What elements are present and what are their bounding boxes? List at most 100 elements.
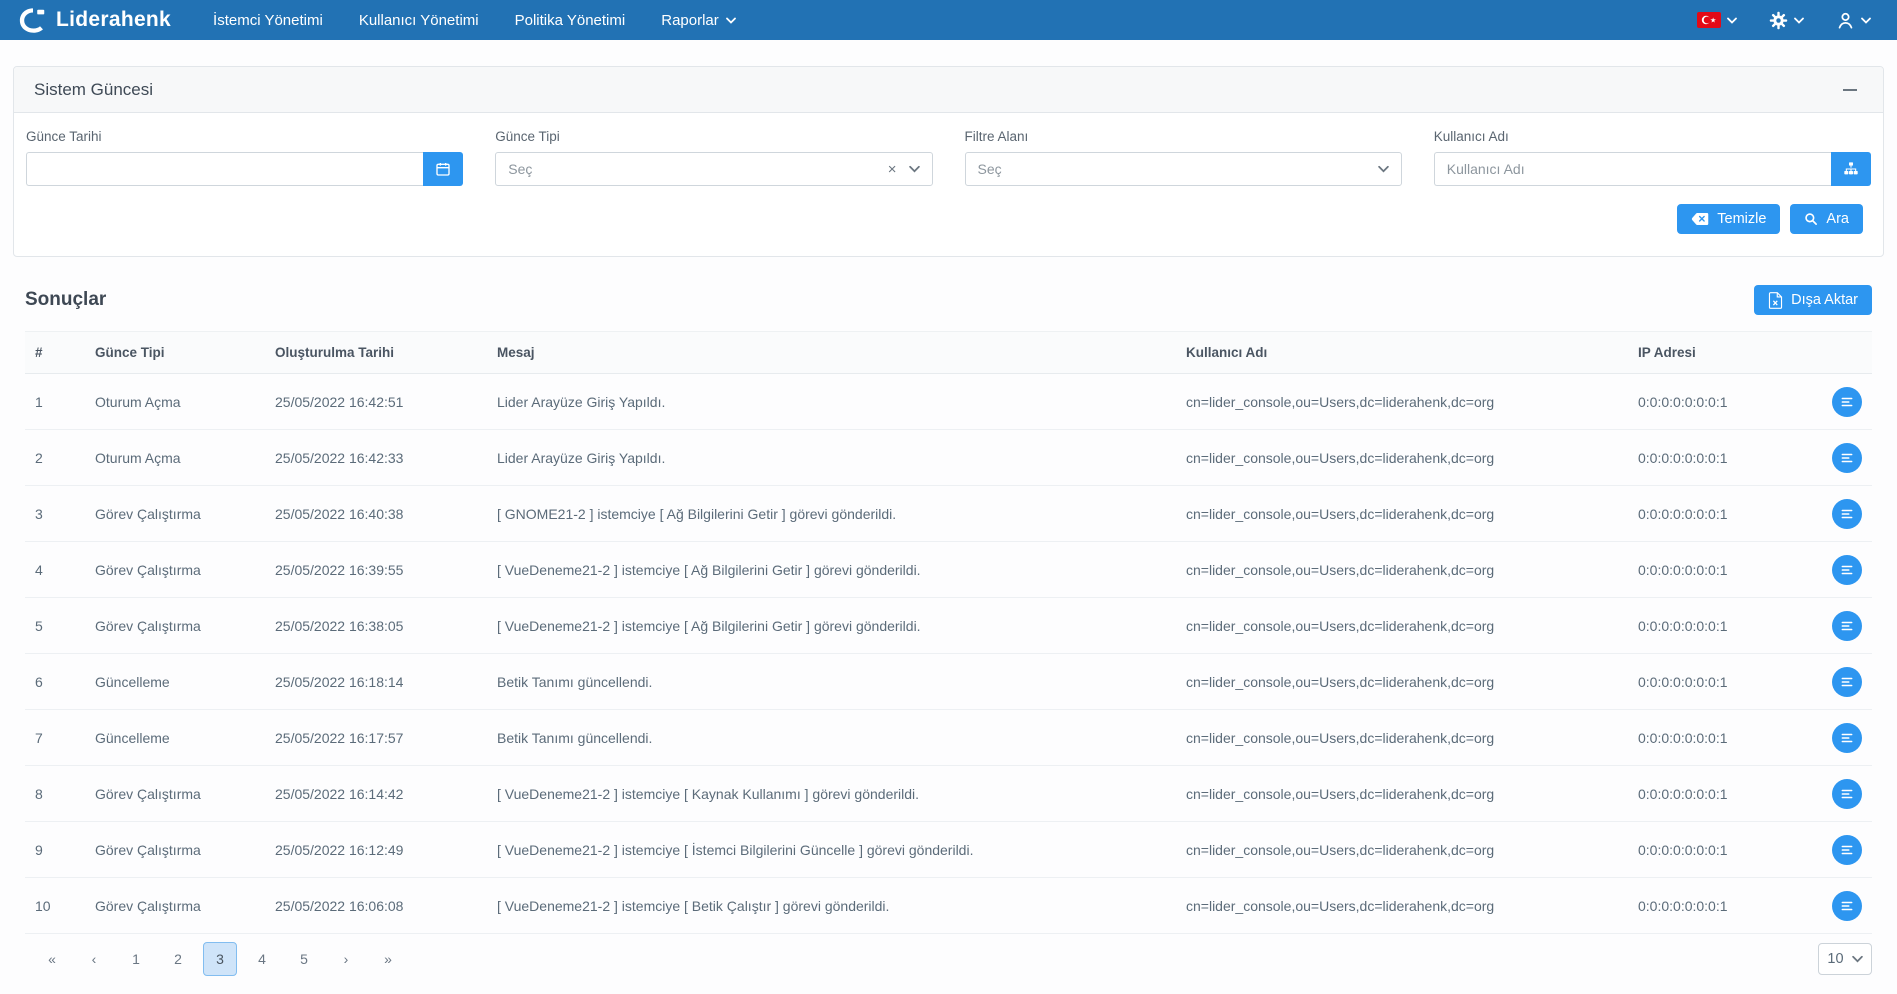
filter-field-select[interactable]: Seç: [964, 152, 1402, 186]
cell-gunce-tipi: Oturum Açma: [85, 429, 265, 486]
cell-row-index: 3: [25, 485, 85, 542]
cell-row-index: 4: [25, 541, 85, 598]
clear-button[interactable]: Temizle: [1677, 204, 1781, 234]
log-table-body: 1 Oturum Açma 25/05/2022 16:42:51 Lider Ara…: [25, 373, 1872, 934]
cell-gunce-tipi: Görev Çalıştırma: [85, 765, 265, 822]
user-menu-button[interactable]: [1836, 11, 1871, 30]
turkey-flag-icon: ★: [1697, 12, 1721, 28]
clear-selection-icon[interactable]: ×: [888, 162, 897, 177]
cell-olusturulma-tarihi: 25/05/2022 16:18:14: [265, 653, 487, 710]
pagination-button[interactable]: 4: [245, 942, 279, 976]
settings-menu-button[interactable]: [1769, 11, 1804, 30]
header-ip-adresi: IP Adresi: [1628, 331, 1808, 374]
row-actions-button[interactable]: [1832, 498, 1862, 529]
nav-item-politika-yonetimi[interactable]: Politika Yönetimi: [515, 12, 626, 29]
user-picker-button[interactable]: [1831, 152, 1871, 186]
backspace-icon: [1692, 213, 1709, 225]
export-button-label: Dışa Aktar: [1791, 292, 1858, 308]
row-actions-button[interactable]: [1832, 890, 1862, 921]
cell-kullanici-adi: cn=lider_console,ou=Users,dc=liderahenk,…: [1176, 597, 1628, 654]
pagination-button[interactable]: «: [35, 942, 69, 976]
page-size-select[interactable]: 10: [1818, 943, 1872, 975]
cell-mesaj: Betik Tanımı güncellendi.: [487, 709, 1176, 766]
row-actions-button[interactable]: [1832, 722, 1862, 753]
cell-row-index: 7: [25, 709, 85, 766]
cell-row-index: 6: [25, 653, 85, 710]
panel-body: Günce Tarihi Günce Tipi Seç × Filtre Ala…: [14, 113, 1883, 256]
brand[interactable]: Liderahenk: [18, 7, 171, 34]
language-menu-button[interactable]: ★: [1697, 12, 1737, 28]
list-icon: [1841, 901, 1853, 910]
date-picker-button[interactable]: [423, 152, 464, 186]
nav-item-raporlar[interactable]: Raporlar: [661, 12, 736, 29]
row-actions-button[interactable]: [1832, 834, 1862, 865]
log-table: # Günce Tipi Oluşturulma Tarihi Mesaj Ku…: [25, 331, 1872, 934]
cell-mesaj: Lider Arayüze Giriş Yapıldı.: [487, 373, 1176, 430]
cell-actions: [1808, 485, 1872, 542]
pagination-button[interactable]: »: [371, 942, 405, 976]
cell-ip-adresi: 0:0:0:0:0:0:0:1: [1628, 877, 1808, 934]
log-date-input[interactable]: [26, 152, 424, 186]
row-actions-button[interactable]: [1832, 554, 1862, 585]
list-icon: [1841, 733, 1853, 742]
filter-group-username: Kullanıcı Adı: [1433, 129, 1871, 186]
cell-gunce-tipi: Görev Çalıştırma: [85, 821, 265, 878]
header-gunce-tipi: Günce Tipi: [85, 331, 265, 374]
row-actions-button[interactable]: [1832, 610, 1862, 641]
cell-kullanici-adi: cn=lider_console,ou=Users,dc=liderahenk,…: [1176, 653, 1628, 710]
pagination-button[interactable]: 1: [119, 942, 153, 976]
cell-gunce-tipi: Güncelleme: [85, 709, 265, 766]
pagination-button[interactable]: ‹: [77, 942, 111, 976]
top-navbar: Liderahenk İstemci Yönetimi Kullanıcı Yö…: [0, 0, 1897, 40]
nav-item-kullanici-yonetimi[interactable]: Kullanıcı Yönetimi: [359, 12, 479, 29]
panel-title: Sistem Güncesi: [34, 79, 154, 99]
cell-ip-adresi: 0:0:0:0:0:0:0:1: [1628, 429, 1808, 486]
cell-row-index: 2: [25, 429, 85, 486]
search-button-label: Ara: [1826, 211, 1849, 227]
cell-olusturulma-tarihi: 25/05/2022 16:06:08: [265, 877, 487, 934]
cell-olusturulma-tarihi: 25/05/2022 16:12:49: [265, 821, 487, 878]
nav-links: İstemci Yönetimi Kullanıcı Yönetimi Poli…: [213, 12, 736, 29]
nav-item-istemci-yonetimi[interactable]: İstemci Yönetimi: [213, 12, 323, 29]
cell-kullanici-adi: cn=lider_console,ou=Users,dc=liderahenk,…: [1176, 709, 1628, 766]
filter-label: Kullanıcı Adı: [1433, 129, 1509, 144]
row-actions-button[interactable]: [1832, 666, 1862, 697]
filter-label: Filtre Alanı: [964, 129, 1029, 144]
list-icon: [1841, 677, 1853, 686]
cell-ip-adresi: 0:0:0:0:0:0:0:1: [1628, 373, 1808, 430]
cell-gunce-tipi: Görev Çalıştırma: [85, 597, 265, 654]
cell-olusturulma-tarihi: 25/05/2022 16:39:55: [265, 541, 487, 598]
pagination-button[interactable]: 3: [203, 942, 237, 976]
chevron-down-icon: [1851, 955, 1863, 963]
cell-olusturulma-tarihi: 25/05/2022 16:17:57: [265, 709, 487, 766]
cell-gunce-tipi: Görev Çalıştırma: [85, 485, 265, 542]
table-header-row: # Günce Tipi Oluşturulma Tarihi Mesaj Ku…: [25, 331, 1872, 374]
cell-row-index: 5: [25, 597, 85, 654]
calendar-icon: [436, 163, 450, 176]
cell-olusturulma-tarihi: 25/05/2022 16:42:51: [265, 373, 487, 430]
cell-kullanici-adi: cn=lider_console,ou=Users,dc=liderahenk,…: [1176, 877, 1628, 934]
export-button[interactable]: Dışa Aktar: [1754, 285, 1872, 315]
cell-mesaj: Lider Arayüze Giriş Yapıldı.: [487, 429, 1176, 486]
search-button[interactable]: Ara: [1790, 204, 1863, 234]
cell-olusturulma-tarihi: 25/05/2022 16:38:05: [265, 597, 487, 654]
row-actions-button[interactable]: [1832, 386, 1862, 417]
filter-label: Günce Tipi: [495, 129, 560, 144]
pagination-button[interactable]: 2: [161, 942, 195, 976]
collapse-panel-button[interactable]: [1837, 83, 1863, 97]
filter-label: Günce Tarihi: [26, 129, 102, 144]
cell-kullanici-adi: cn=lider_console,ou=Users,dc=liderahenk,…: [1176, 429, 1628, 486]
cell-ip-adresi: 0:0:0:0:0:0:0:1: [1628, 821, 1808, 878]
pagination-button[interactable]: 5: [287, 942, 321, 976]
cell-ip-adresi: 0:0:0:0:0:0:0:1: [1628, 485, 1808, 542]
row-actions-button[interactable]: [1832, 778, 1862, 809]
row-actions-button[interactable]: [1832, 442, 1862, 473]
table-row: 7 Güncelleme 25/05/2022 16:17:57 Betik Tanı…: [25, 709, 1872, 766]
pagination-button[interactable]: ›: [329, 942, 363, 976]
username-input[interactable]: [1433, 152, 1831, 186]
navbar-right: ★: [1697, 11, 1871, 30]
log-type-select[interactable]: Seç ×: [495, 152, 933, 186]
list-icon: [1841, 453, 1853, 462]
results-title: Sonuçlar: [25, 289, 107, 310]
cell-actions: [1808, 653, 1872, 710]
